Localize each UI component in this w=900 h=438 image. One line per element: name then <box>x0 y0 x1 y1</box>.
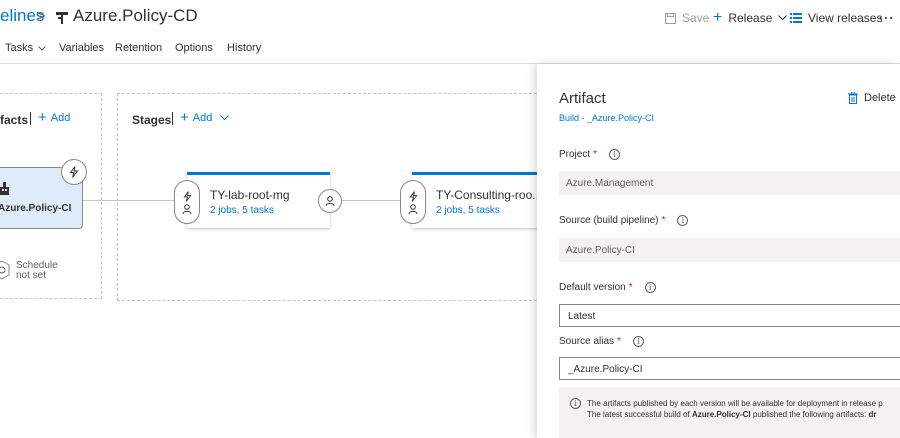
note-artifact-name: dr <box>868 410 877 419</box>
save-label: Save <box>682 11 710 25</box>
note-line-2-suffix: published the following artifacts: <box>750 410 869 419</box>
source-alias-label-text: Source alias <box>559 336 615 347</box>
save-icon <box>665 12 676 24</box>
artifact-source-link[interactable]: Build - _Azure.Policy-CI <box>559 113 654 123</box>
info-icon[interactable]: i <box>644 282 656 293</box>
stage-tasks-link[interactable]: 2 jobs, 5 tasks <box>436 205 500 216</box>
tab-tasks-label: Tasks <box>5 42 34 54</box>
trash-icon <box>848 92 858 104</box>
view-releases-button[interactable]: View releases <box>790 11 882 25</box>
info-icon[interactable]: i <box>609 149 621 160</box>
post-deployment-approvals[interactable] <box>318 189 342 213</box>
required-mark: * <box>661 215 666 226</box>
source-label-text: Source (build pipeline) <box>559 215 659 226</box>
required-mark: * <box>593 149 598 160</box>
release-label: Release <box>728 11 773 25</box>
divider <box>30 112 31 125</box>
tab-retention[interactable]: Retention <box>115 42 162 54</box>
list-icon <box>790 13 802 23</box>
required-mark: * <box>617 336 621 347</box>
note-build-name: Azure.Policy-CI <box>691 410 751 419</box>
continuous-deployment-trigger[interactable] <box>61 159 87 185</box>
person-icon <box>325 196 335 206</box>
project-field: Azure.Management <box>559 171 900 195</box>
stages-title: Stages <box>132 113 172 127</box>
view-releases-label: View releases <box>808 11 883 25</box>
delete-artifact-button[interactable]: Delete <box>848 92 896 104</box>
lightning-icon <box>69 166 79 178</box>
schedule-line-2: not set <box>16 270 47 281</box>
note-line-2-prefix: The latest successful build of <box>587 410 692 419</box>
default-version-label: Default version * i <box>559 282 656 293</box>
info-icon[interactable]: i <box>632 336 644 347</box>
release-pipeline-icon <box>56 11 68 29</box>
source-alias-input[interactable]: _Azure.Policy-CI <box>559 357 900 380</box>
source-alias-label: Source alias * i <box>559 336 644 347</box>
pre-deployment-conditions[interactable] <box>174 180 200 224</box>
person-icon <box>182 203 192 214</box>
tab-history[interactable]: History <box>227 42 261 54</box>
page-title: Azure.Policy-CD <box>73 6 198 25</box>
chevron-down-icon <box>220 115 230 121</box>
delete-label: Delete <box>864 92 896 104</box>
connector-line <box>342 200 402 201</box>
artifacts-title: facts <box>0 113 29 127</box>
save-button[interactable]: Save <box>665 11 709 25</box>
add-artifact-label: Add <box>50 112 71 124</box>
schedule-icon[interactable] <box>0 260 10 285</box>
artifact-name: Azure.Policy-CI <box>0 203 72 214</box>
source-field: Azure.Policy-CI <box>559 238 900 262</box>
stage-name[interactable]: TY-Consulting-roo... <box>436 188 542 202</box>
add-stage-label: Add <box>192 112 213 124</box>
tab-variables[interactable]: Variables <box>59 42 104 54</box>
source-label: Source (build pipeline) * i <box>559 215 689 226</box>
more-actions-button[interactable]: ⋯ <box>878 8 895 28</box>
person-icon <box>408 203 418 214</box>
tab-tasks[interactable]: Tasks <box>5 42 47 54</box>
breadcrumb-separator: > <box>36 8 46 25</box>
plus-icon: + <box>180 109 189 126</box>
required-mark: * <box>628 282 633 293</box>
info-icon[interactable]: i <box>677 215 689 226</box>
tab-options[interactable]: Options <box>175 42 213 54</box>
release-button[interactable]: + Release <box>713 9 788 26</box>
chevron-down-icon <box>38 46 47 51</box>
add-artifact-button[interactable]: + Add <box>38 109 71 126</box>
lightning-icon <box>182 190 192 202</box>
stage-tasks-link[interactable]: 2 jobs, 5 tasks <box>210 205 274 216</box>
note-line-2: The latest successful build of Azure.Pol… <box>587 410 876 419</box>
info-icon: i <box>570 398 581 409</box>
plus-icon: + <box>38 109 47 126</box>
build-artifact-icon <box>0 182 10 200</box>
project-label-text: Project <box>559 149 591 160</box>
pre-deployment-conditions[interactable] <box>400 180 426 224</box>
stage-name[interactable]: TY-lab-root-mg <box>210 188 290 202</box>
add-stage-button[interactable]: + Add <box>180 109 230 126</box>
default-version-dropdown[interactable]: Latest <box>559 304 900 327</box>
lightning-icon <box>408 190 418 202</box>
divider <box>172 112 173 125</box>
default-version-label-text: Default version <box>559 282 626 293</box>
project-label: Project * i <box>559 149 621 160</box>
schedule-status: Schedule not set <box>16 261 58 281</box>
note-line-1: The artifacts published by each version … <box>587 399 883 408</box>
panel-title: Artifact <box>559 90 606 107</box>
chevron-down-icon <box>778 15 788 21</box>
plus-icon: + <box>713 9 723 26</box>
